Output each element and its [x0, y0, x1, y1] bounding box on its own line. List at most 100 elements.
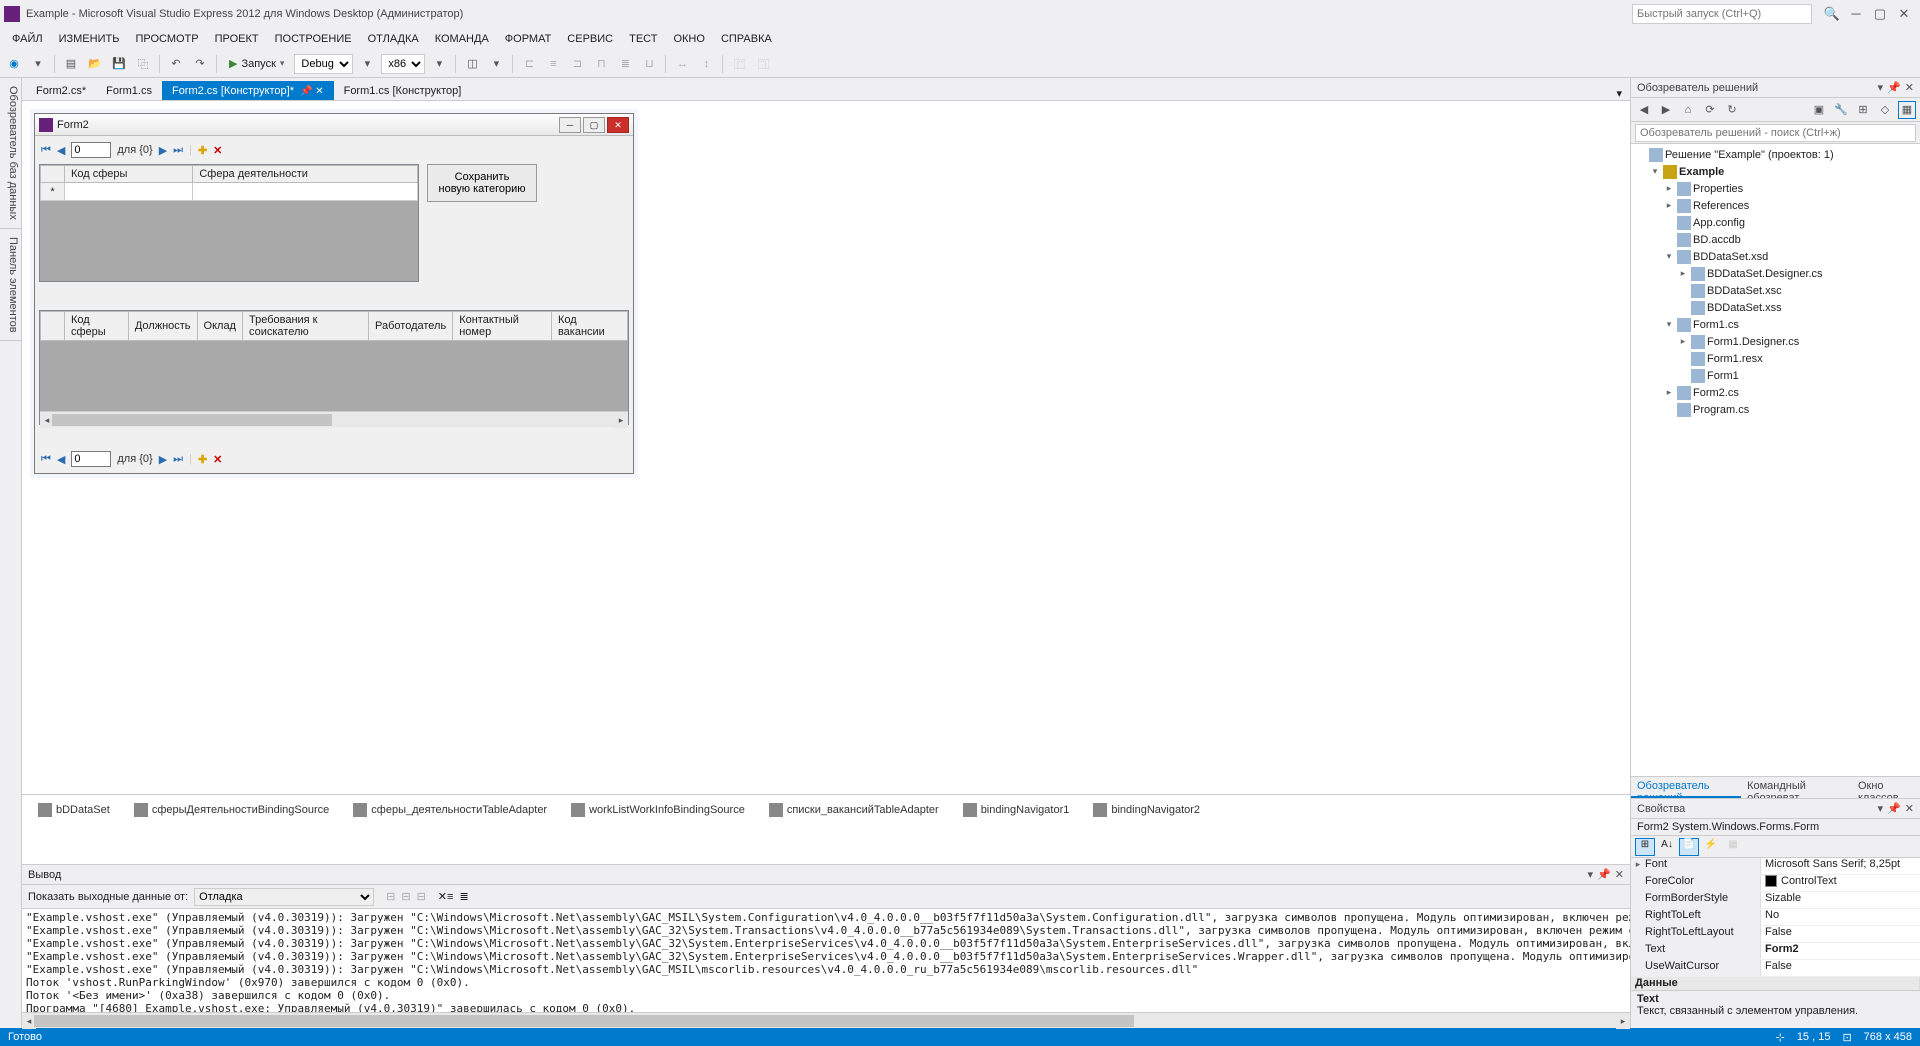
quick-launch-input[interactable] — [1632, 4, 1812, 24]
tree-node[interactable]: App.config — [1631, 214, 1920, 231]
props-alpha-button[interactable]: A↓ — [1657, 838, 1677, 856]
menu-справка[interactable]: СПРАВКА — [713, 31, 780, 47]
sol-bottom-tab[interactable]: Окно классов — [1852, 777, 1920, 798]
props-pin-button[interactable]: 📌 — [1887, 802, 1901, 815]
output-scroll-right[interactable]: ▸ — [1616, 1013, 1630, 1029]
menu-команда[interactable]: КОМАНДА — [427, 31, 497, 47]
config-dropdown[interactable]: Debug — [294, 54, 353, 74]
rail-tab[interactable]: Панель элементов — [0, 229, 21, 342]
component-item[interactable]: bDDataSet — [38, 803, 110, 817]
component-item[interactable]: bindingNavigator2 — [1093, 803, 1200, 817]
start-debug-button[interactable]: ▶ Запуск ▾ — [223, 53, 290, 75]
sol-refresh-button[interactable]: ↻ — [1723, 101, 1741, 119]
grid2-col[interactable]: Требования к соискателю — [242, 312, 368, 341]
grid1-col-0[interactable]: Код сферы — [65, 166, 193, 183]
tree-node[interactable]: ▸BDDataSet.Designer.cs — [1631, 265, 1920, 282]
hspace-button[interactable]: ↔ — [672, 54, 692, 74]
property-row[interactable]: FormBorderStyleSizable — [1631, 892, 1920, 909]
sol-view-button[interactable]: ◇ — [1876, 101, 1894, 119]
undo-button[interactable]: ↶ — [166, 54, 186, 74]
sol-bottom-tab[interactable]: Командный обозреват... — [1741, 777, 1852, 798]
menu-просмотр[interactable]: ПРОСМОТР — [127, 31, 206, 47]
menu-проект[interactable]: ПРОЕКТ — [207, 31, 267, 47]
output-text[interactable]: "Example.vshost.exe" (Управляемый (v4.0.… — [22, 909, 1630, 1012]
sol-showall-button[interactable]: ⊞ — [1854, 101, 1872, 119]
layout-button-2[interactable]: ▾ — [486, 54, 506, 74]
grid2-col[interactable]: Работодатель — [369, 312, 453, 341]
scroll-right-arrow[interactable]: ▸ — [614, 412, 628, 428]
sol-fwd-button[interactable]: ▶ — [1657, 101, 1675, 119]
menu-отладка[interactable]: ОТЛАДКА — [360, 31, 427, 47]
component-item[interactable]: сферы_деятельностиTableAdapter — [353, 803, 547, 817]
forward-button[interactable]: ▾ — [28, 54, 48, 74]
output-btn-2[interactable]: ⊟ — [401, 890, 410, 903]
property-row[interactable]: RightToLeftLayoutFalse — [1631, 926, 1920, 943]
sol-properties-button[interactable]: 🔧 — [1832, 101, 1850, 119]
nav-add-button[interactable]: ✚ — [198, 144, 207, 157]
open-button[interactable]: 📂 — [85, 54, 105, 74]
property-row[interactable]: TextForm2 — [1631, 943, 1920, 960]
output-source-dropdown[interactable]: Отладка — [194, 888, 374, 906]
props-props-button[interactable]: 📄 — [1679, 838, 1699, 856]
properties-object-header[interactable]: Form2 System.Windows.Forms.Form — [1631, 819, 1920, 836]
tree-node[interactable]: BDDataSet.xsc — [1631, 282, 1920, 299]
grid2-col[interactable]: Код сферы — [65, 312, 129, 341]
nav2-position-input[interactable] — [71, 451, 111, 467]
menu-файл[interactable]: ФАЙЛ — [4, 31, 51, 47]
output-btn-3[interactable]: ⊟ — [417, 890, 426, 903]
sol-home-button[interactable]: ⌂ — [1679, 101, 1697, 119]
nav-last-button[interactable]: ⏭ — [173, 144, 183, 157]
nav-delete-button[interactable]: ✕ — [213, 144, 222, 157]
component-item[interactable]: bindingNavigator1 — [963, 803, 1070, 817]
sol-back-button[interactable]: ◀ — [1635, 101, 1653, 119]
property-row[interactable]: ForeColorControlText — [1631, 875, 1920, 892]
tree-node[interactable]: ▾BDDataSet.xsd — [1631, 248, 1920, 265]
grid1-row-header[interactable]: * — [41, 183, 65, 201]
tree-node[interactable]: Form1.resx — [1631, 350, 1920, 367]
nav2-add-button[interactable]: ✚ — [198, 453, 207, 466]
tree-node[interactable]: ▾Form1.cs — [1631, 316, 1920, 333]
redo-button[interactable]: ↷ — [190, 54, 210, 74]
binding-navigator-1[interactable]: ⏮ ◀ для {0} ▶ ⏭ | ✚ ✕ — [39, 140, 629, 160]
sol-preview-button[interactable]: ▦ — [1898, 101, 1916, 119]
align-middle-button[interactable]: ≣ — [615, 54, 635, 74]
align-right-button[interactable]: ⊐ — [567, 54, 587, 74]
tree-node[interactable]: ▸References — [1631, 197, 1920, 214]
solution-search-input[interactable] — [1635, 124, 1916, 142]
output-btn-1[interactable]: ⊟ — [386, 890, 395, 903]
doc-tab[interactable]: Form1.cs — [96, 81, 162, 100]
doc-tabs-overflow[interactable]: ▾ — [1616, 87, 1630, 100]
tree-node[interactable]: Form1 — [1631, 367, 1920, 384]
sol-collapse-button[interactable]: ▣ — [1810, 101, 1828, 119]
maximize-button[interactable]: ▢ — [1868, 4, 1892, 24]
output-scroll-thumb[interactable] — [34, 1015, 1134, 1027]
props-events-button[interactable]: ⚡ — [1701, 838, 1721, 856]
grid1-col-1[interactable]: Сфера деятельности — [193, 166, 418, 183]
tree-node[interactable]: BD.accdb — [1631, 231, 1920, 248]
nav2-next-button[interactable]: ▶ — [159, 453, 167, 466]
sol-sync-button[interactable]: ⟳ — [1701, 101, 1719, 119]
tree-node[interactable]: BDDataSet.xss — [1631, 299, 1920, 316]
output-pin-button[interactable]: 📌 — [1597, 868, 1611, 881]
nav-prev-button[interactable]: ◀ — [57, 144, 65, 157]
align-top-button[interactable]: ⊓ — [591, 54, 611, 74]
scroll-thumb[interactable] — [52, 414, 332, 426]
nav-next-button[interactable]: ▶ — [159, 144, 167, 157]
menu-тест[interactable]: ТЕСТ — [621, 31, 665, 47]
grid2-col[interactable]: Оклад — [197, 312, 242, 341]
config-chevron[interactable]: ▾ — [357, 54, 377, 74]
data-grid-view-2[interactable]: Код сферыДолжностьОкладТребования к соис… — [39, 310, 629, 425]
rail-tab[interactable]: Обозреватель баз данных — [0, 78, 21, 229]
doc-tab[interactable]: Form2.cs [Конструктор]*📌 ✕ — [162, 81, 334, 100]
component-item[interactable]: сферыДеятельностиBindingSource — [134, 803, 329, 817]
back-button[interactable]: ◉ — [4, 54, 24, 74]
menu-окно[interactable]: ОКНО — [665, 31, 712, 47]
tree-node[interactable]: ▸Form1.Designer.cs — [1631, 333, 1920, 350]
new-project-button[interactable]: ▤ — [61, 54, 81, 74]
menu-сервис[interactable]: СЕРВИС — [559, 31, 621, 47]
sol-bottom-tab[interactable]: Обозреватель решений — [1631, 777, 1741, 798]
grid2-col[interactable]: Код вакансии — [551, 312, 627, 341]
grid2-col[interactable]: Контактный номер — [453, 312, 552, 341]
doc-tab[interactable]: Form2.cs* — [26, 81, 96, 100]
tree-node[interactable]: Решение "Example" (проектов: 1) — [1631, 146, 1920, 163]
